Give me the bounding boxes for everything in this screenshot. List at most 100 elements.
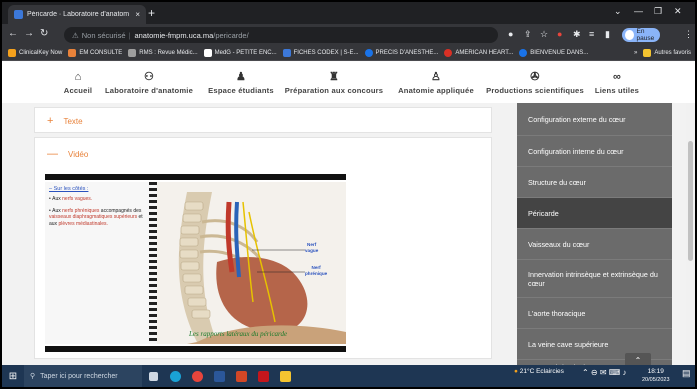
powerpoint-icon[interactable] bbox=[230, 365, 252, 387]
clock-time: 18:19 bbox=[647, 368, 664, 375]
url-divider: | bbox=[128, 30, 131, 40]
bookmark-medg[interactable]: MedG - PETITE ENC... bbox=[203, 49, 277, 57]
share-icon[interactable]: ⇪ bbox=[524, 29, 532, 40]
accordion-texte[interactable]: + Texte bbox=[34, 107, 492, 133]
bookmark-icon bbox=[8, 49, 16, 57]
browser-tab[interactable]: Péricarde · Laboratoire d'anatom × bbox=[8, 5, 146, 24]
nav-accueil[interactable]: ⌂ Accueil bbox=[63, 62, 93, 103]
sidebar-item-pericarde[interactable]: Péricarde bbox=[517, 198, 672, 229]
accordion-header-video[interactable]: — Vidéo bbox=[35, 138, 491, 170]
nav-productions-scientifiques[interactable]: ✇ Productions scientifiques bbox=[484, 62, 586, 103]
chevron-down-icon[interactable]: ⌄ bbox=[614, 6, 622, 17]
sidebar-item-aorte-thoracique[interactable]: L'aorte thoracique bbox=[517, 298, 672, 329]
accordion-header-texte[interactable]: + Texte bbox=[35, 108, 491, 134]
sidebar-item-config-interne[interactable]: Configuration interne du cœur bbox=[517, 136, 672, 167]
bookmark-fiches[interactable]: FICHES CODEX | S-E... bbox=[282, 49, 359, 57]
acrobat-icon[interactable] bbox=[252, 365, 274, 387]
video-player[interactable]: – Sur les côtés : • Aux nerfs vagues. • … bbox=[45, 174, 346, 352]
chevron-up-icon: ⌃ bbox=[634, 356, 642, 365]
avatar bbox=[625, 30, 634, 40]
bookmark-label: EM CONSULTE bbox=[79, 50, 123, 56]
bookmark-label: BIENVENUE DANS... bbox=[530, 50, 589, 56]
group-icon: ⚇ bbox=[143, 70, 155, 83]
bookmark-label: PRECIS D'ANESTHE... bbox=[375, 50, 439, 56]
nav-preparation-concours[interactable]: ♜ Préparation aux concours bbox=[283, 62, 385, 103]
anatomy-figure: Nerf vague Nerf phrénique Les rapports l… bbox=[157, 182, 346, 344]
explorer-icon[interactable] bbox=[274, 365, 296, 387]
sidebar-item-innervation[interactable]: Innervation intrinsèque et extrinsèque d… bbox=[517, 260, 672, 298]
nav-label: Productions scientifiques bbox=[486, 85, 584, 95]
accordion-video[interactable]: — Vidéo – Sur les côtés : • Aux nerfs va… bbox=[34, 137, 492, 359]
tab-title: Péricarde · Laboratoire d'anatom bbox=[27, 11, 130, 18]
nav-espace-etudiants[interactable]: ♟ Espace étudiants bbox=[205, 62, 277, 103]
profile-pause-button[interactable]: En pause bbox=[622, 28, 660, 42]
sidebar-item-vaisseaux[interactable]: Vaisseaux du cœur bbox=[517, 229, 672, 260]
minus-icon: — bbox=[47, 148, 58, 160]
nav-liens-utiles[interactable]: ∞ Liens utiles bbox=[593, 62, 641, 103]
restore-icon[interactable]: ❐ bbox=[654, 6, 662, 17]
reload-icon[interactable]: ↻ bbox=[40, 28, 48, 39]
bookmark-icon bbox=[364, 49, 373, 57]
reading-list-icon[interactable]: ≡ bbox=[589, 29, 594, 39]
bookmark-emconsulte[interactable]: EM CONSULTE bbox=[68, 49, 122, 57]
bookmarks-overflow[interactable]: » bbox=[634, 50, 637, 56]
chrome-icon[interactable] bbox=[186, 365, 208, 387]
slide-heading: – Sur les côtés : bbox=[49, 186, 89, 192]
bookmark-rms[interactable]: RMS : Revue Médic... bbox=[128, 49, 198, 57]
sidepanel-icon[interactable]: ▮ bbox=[605, 29, 610, 40]
bookmark-icon bbox=[519, 49, 528, 57]
vena-cava bbox=[234, 201, 241, 278]
screen: Péricarde · Laboratoire d'anatom × + ⌄ —… bbox=[2, 2, 695, 387]
star-icon[interactable]: ☆ bbox=[540, 29, 548, 40]
menu-dots-icon[interactable]: ⋮ bbox=[684, 29, 693, 40]
weather-text: 21°C Eclaircies bbox=[519, 368, 564, 375]
taskbar-search[interactable]: ⚲ Taper ici pour rechercher bbox=[24, 365, 142, 387]
slide-text-page: – Sur les côtés : • Aux nerfs vagues. • … bbox=[45, 182, 149, 344]
bookmark-label: MedG - PETITE ENC... bbox=[214, 50, 277, 56]
extension-icon[interactable]: ● bbox=[508, 29, 513, 39]
content-area: + Texte — Vidéo – Sur les côtés : • Aux … bbox=[2, 103, 695, 380]
forward-icon[interactable]: → bbox=[24, 28, 34, 39]
bullet-text: Aux bbox=[52, 196, 63, 202]
bullet-text: Aux bbox=[52, 208, 63, 214]
sidebar-item-config-externe[interactable]: Configuration externe du cœur bbox=[517, 103, 672, 136]
search-icon: ⚲ bbox=[30, 373, 36, 380]
scrollbar-thumb[interactable] bbox=[688, 141, 693, 261]
chapter-sidebar: Configuration externe du cœur Configurat… bbox=[517, 103, 672, 380]
search-placeholder: Taper ici pour rechercher bbox=[40, 372, 118, 380]
back-icon[interactable]: ← bbox=[8, 28, 18, 39]
bullet-text: accompagnés des bbox=[99, 208, 142, 214]
other-bookmarks[interactable]: Autres favoris bbox=[643, 49, 691, 57]
bookmark-precis[interactable]: PRECIS D'ANESTHE... bbox=[364, 49, 439, 57]
bullet-highlight: nerfs vagues. bbox=[62, 196, 93, 202]
tray-icons[interactable]: ⌃ ⊖ ✉ ⌨ ♪ bbox=[582, 368, 627, 377]
weather-icon: ● bbox=[514, 368, 518, 375]
bookmark-icon bbox=[203, 49, 212, 57]
taskview-icon[interactable] bbox=[142, 365, 164, 387]
bookmark-icon bbox=[444, 49, 453, 57]
bookmark-bienvenue[interactable]: BIENVENUE DANS... bbox=[519, 49, 588, 57]
weather-widget[interactable]: ● 21°C Eclaircies bbox=[514, 368, 564, 375]
clock[interactable]: 18:19 20/05/2023 bbox=[642, 368, 670, 384]
tab-close-icon[interactable]: × bbox=[135, 10, 140, 19]
new-tab-button[interactable]: + bbox=[148, 6, 155, 20]
windows-start-icon[interactable]: ⊞ bbox=[2, 365, 24, 387]
sidebar-item-structure[interactable]: Structure du cœur bbox=[517, 167, 672, 198]
close-window-icon[interactable]: ✕ bbox=[674, 6, 682, 17]
bookmark-icon bbox=[128, 49, 137, 57]
word-icon[interactable] bbox=[208, 365, 230, 387]
bookmark-american-heart[interactable]: AMERICAN HEART... bbox=[444, 49, 513, 57]
tab-strip: Péricarde · Laboratoire d'anatom × + ⌄ —… bbox=[2, 2, 695, 24]
nav-laboratoire[interactable]: ⚇ Laboratoire d'anatomie bbox=[101, 62, 197, 103]
minimize-icon[interactable]: — bbox=[634, 6, 643, 16]
bookmark-icon bbox=[282, 49, 291, 57]
edge-icon[interactable] bbox=[164, 365, 186, 387]
extension-red-icon[interactable]: ● bbox=[557, 29, 562, 39]
nav-label: Accueil bbox=[63, 85, 93, 95]
bookmark-clinicalkey[interactable]: ClinicalKey Now bbox=[8, 49, 62, 57]
bookmark-icon bbox=[68, 49, 77, 57]
nav-anatomie-appliquee[interactable]: ♙ Anatomie appliquée bbox=[394, 62, 478, 103]
puzzle-icon[interactable]: ✱ bbox=[573, 29, 581, 40]
url-bar[interactable]: ⚠ Non sécurisé | anatomie-fmpm.uca.ma /p… bbox=[64, 27, 498, 43]
notification-icon[interactable]: ▤ bbox=[682, 368, 691, 379]
